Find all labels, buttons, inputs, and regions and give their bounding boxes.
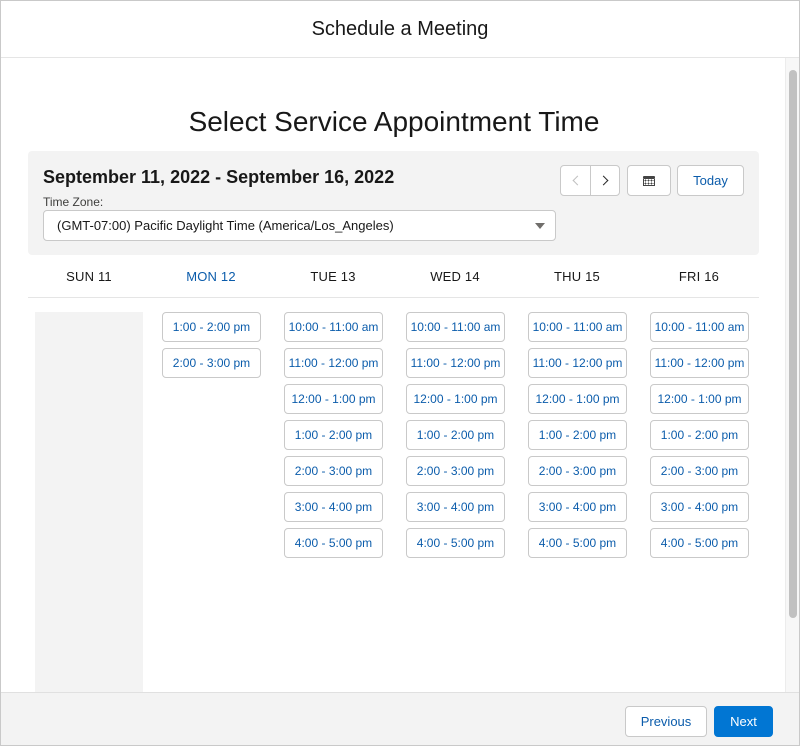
time-slot-button[interactable]: 4:00 - 5:00 pm [528, 528, 627, 558]
next-week-button[interactable] [590, 166, 619, 195]
timezone-select-value: (GMT-07:00) Pacific Daylight Time (Ameri… [57, 218, 394, 233]
calendar-toolbar: September 11, 2022 - September 16, 2022 … [28, 151, 759, 255]
time-slot-button[interactable]: 3:00 - 4:00 pm [528, 492, 627, 522]
time-slot-button[interactable]: 12:00 - 1:00 pm [406, 384, 505, 414]
timezone-select[interactable]: (GMT-07:00) Pacific Daylight Time (Ameri… [43, 210, 556, 241]
time-slot-button[interactable]: 3:00 - 4:00 pm [406, 492, 505, 522]
calendar-icon [643, 175, 655, 186]
time-slot-button[interactable]: 4:00 - 5:00 pm [284, 528, 383, 558]
day-header-thu-15: THU 15 [554, 269, 600, 284]
next-button[interactable]: Next [714, 706, 773, 737]
time-slot-button[interactable]: 3:00 - 4:00 pm [284, 492, 383, 522]
day-header-sun-11: SUN 11 [66, 269, 112, 284]
day-header-tue-13: TUE 13 [310, 269, 356, 284]
calendar-picker-button[interactable] [627, 165, 671, 196]
time-slot-button[interactable]: 11:00 - 12:00 pm [650, 348, 749, 378]
caret-down-icon [535, 223, 545, 229]
chevron-left-icon [572, 175, 582, 186]
time-slot-button[interactable]: 1:00 - 2:00 pm [162, 312, 261, 342]
previous-week-button[interactable] [561, 166, 590, 195]
time-slot-button[interactable]: 2:00 - 3:00 pm [406, 456, 505, 486]
sunday-unavailable-column [35, 312, 143, 692]
time-slot-button[interactable]: 10:00 - 11:00 am [528, 312, 627, 342]
time-slot-button[interactable]: 1:00 - 2:00 pm [650, 420, 749, 450]
modal-title: Schedule a Meeting [311, 17, 489, 40]
day-header-fri-16: FRI 16 [678, 269, 720, 284]
date-range-title: September 11, 2022 - September 16, 2022 [43, 167, 395, 187]
time-slot-button[interactable]: 10:00 - 11:00 am [650, 312, 749, 342]
day-header-row: SUN 11 MON 12 TUE 13 WED 14 THU 15 FRI 16 [28, 256, 759, 298]
time-slot-button[interactable]: 2:00 - 3:00 pm [162, 348, 261, 378]
time-slot-button[interactable]: 12:00 - 1:00 pm [528, 384, 627, 414]
time-slot-button[interactable]: 11:00 - 12:00 pm [406, 348, 505, 378]
time-slot-button[interactable]: 4:00 - 5:00 pm [650, 528, 749, 558]
time-slot-button[interactable]: 2:00 - 3:00 pm [650, 456, 749, 486]
time-slot-button[interactable]: 11:00 - 12:00 pm [528, 348, 627, 378]
time-slot-button[interactable]: 2:00 - 3:00 pm [528, 456, 627, 486]
time-slot-button[interactable]: 3:00 - 4:00 pm [650, 492, 749, 522]
day-header-mon-12: MON 12 [186, 269, 236, 284]
time-slot-button[interactable]: 10:00 - 11:00 am [284, 312, 383, 342]
time-slot-button[interactable]: 1:00 - 2:00 pm [528, 420, 627, 450]
time-slot-button[interactable]: 10:00 - 11:00 am [406, 312, 505, 342]
day-header-wed-14: WED 14 [430, 269, 480, 284]
modal-footer: Previous Next [1, 692, 799, 745]
previous-button[interactable]: Previous [625, 706, 707, 737]
time-slot-button[interactable]: 2:00 - 3:00 pm [284, 456, 383, 486]
page-heading: Select Service Appointment Time [188, 106, 600, 137]
scrollbar-thumb[interactable] [789, 70, 797, 618]
timezone-label: Time Zone: [43, 195, 104, 209]
time-slot-button[interactable]: 12:00 - 1:00 pm [284, 384, 383, 414]
today-button[interactable]: Today [677, 165, 744, 196]
modal-scrollbar[interactable] [785, 58, 799, 692]
time-slot-button[interactable]: 11:00 - 12:00 pm [284, 348, 383, 378]
time-slot-button[interactable]: 1:00 - 2:00 pm [406, 420, 505, 450]
time-slot-button[interactable]: 12:00 - 1:00 pm [650, 384, 749, 414]
schedule-meeting-modal: Schedule a Meeting Select Service Appoin… [0, 0, 800, 746]
time-slot-button[interactable]: 4:00 - 5:00 pm [406, 528, 505, 558]
chevron-right-icon [598, 175, 609, 186]
modal-body: Select Service Appointment Time Septembe… [1, 58, 787, 692]
time-slot-button[interactable]: 1:00 - 2:00 pm [284, 420, 383, 450]
week-navigation [560, 165, 620, 196]
modal-header: Schedule a Meeting [1, 1, 799, 58]
